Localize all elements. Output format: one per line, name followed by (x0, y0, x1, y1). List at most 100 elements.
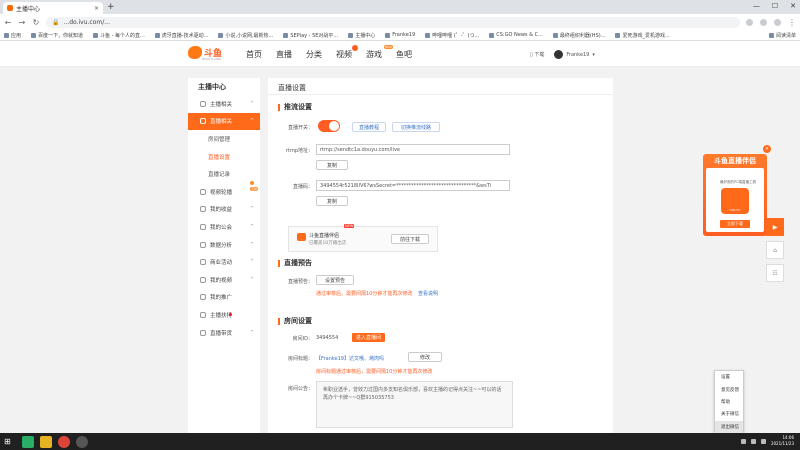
sidebar-item-video-carousel[interactable]: 视频轮播 活动 (188, 180, 260, 201)
bookmark-item[interactable]: 小说,小说网,最新热... (218, 32, 273, 39)
room-notice-text[interactable]: 希职业选手，曾效力过国内多支知名俱乐部，喜欢主播的记得点关注~~可以的话再办个卡… (316, 381, 513, 428)
menu-icon[interactable]: ⋮ (788, 18, 796, 27)
url-input[interactable]: 🔒 ...do.ivu.com/... (46, 16, 740, 28)
extension-icon[interactable] (760, 18, 767, 26)
chevron-up-icon: ^ (249, 241, 254, 248)
clock[interactable]: 14:06 2021/11/23 (771, 435, 794, 447)
sidebar-item-commerce[interactable]: 直播带货 ^ (188, 324, 260, 342)
network-icon[interactable] (740, 438, 746, 444)
bookmark-item[interactable]: 斗鱼 - 每个人的直... (93, 32, 145, 39)
sidebar-item-my-videos[interactable]: 我的视频 ^ (188, 271, 260, 289)
preview-help-link[interactable]: 查看说明 (418, 291, 438, 297)
douyu-logo[interactable]: 斗鱼 DOUYU.COM (188, 46, 222, 61)
sidebar-item-guild[interactable]: 我的公会 ^ (188, 218, 260, 236)
sidebar-item-analytics[interactable]: 数据分析 ^ (188, 236, 260, 254)
sidebar-item-promotion[interactable]: 我的推广 (188, 289, 260, 307)
star-icon[interactable] (746, 18, 753, 26)
bookmark-item[interactable]: 虎牙直播-技术驱动... (154, 32, 208, 39)
briefcase-icon (200, 259, 206, 266)
close-icon[interactable]: × (763, 145, 771, 153)
bookmark-item[interactable]: 爱死游戏_爱机游戏... (615, 32, 670, 39)
tutorial-button[interactable]: 直播教程 (352, 122, 386, 132)
bookmarks-bar: 应用 百度一下，你就知道 斗鱼 - 每个人的直... 虎牙直播-技术驱动... … (0, 30, 800, 41)
room-id-label: 房间ID： (292, 336, 313, 342)
menu-item-exit[interactable]: 退出微信 (715, 420, 743, 433)
tab-close-icon[interactable]: × (94, 5, 99, 12)
bookmark-icon (552, 32, 558, 38)
bookmark-item[interactable]: Franke19 (385, 32, 415, 38)
folder-icon[interactable] (40, 435, 52, 448)
rtmp-address-field[interactable]: rtmp://sendtc1a.douyu.com/live (316, 144, 510, 155)
sidebar-sub-live-records[interactable]: 直播记录 (188, 165, 260, 183)
new-tab-button[interactable]: + (107, 2, 115, 12)
bookmark-icon (348, 32, 354, 38)
bookmark-item[interactable]: 应用 (4, 32, 21, 39)
nav-video[interactable]: 视频 (336, 45, 358, 60)
download-link[interactable]: ▯ 下载 (530, 51, 544, 58)
menu-item-feedback[interactable]: 意见反馈 (715, 383, 743, 395)
nav-live[interactable]: 直播 (276, 49, 292, 60)
bookmark-item[interactable]: 百度一下，你就知道 (31, 32, 83, 39)
section-push: 推流设置 (278, 104, 312, 111)
close-window-button[interactable]: ✕ (790, 2, 796, 10)
sidebar-item-anchor[interactable]: 主播相关 ^ (188, 95, 260, 113)
live-switch-toggle[interactable] (318, 120, 340, 132)
nav-category[interactable]: 分类 (306, 49, 322, 60)
bookmark-item[interactable]: 最终组织利器(HS)... (552, 32, 605, 39)
bookmark-item[interactable]: 哔哩哔哩 (゜-゜)つ... (425, 32, 479, 39)
play-icon[interactable]: ▶ (766, 218, 784, 236)
copy-rtmp-button[interactable]: 复制 (316, 160, 348, 170)
reading-list[interactable]: 阅读清单 (768, 32, 796, 39)
bookmark-item[interactable]: SEPlay - 5E对战平... (283, 32, 338, 39)
back-icon[interactable]: ← (4, 18, 12, 27)
sidebar-sub-live-settings[interactable]: 直播设置 (188, 148, 260, 166)
logo-sub: DOUYU.COM (202, 57, 221, 61)
sidebar-sub-room-manage[interactable]: 房间管理 (188, 130, 260, 148)
divider (268, 94, 613, 95)
avatar (554, 50, 564, 59)
volume-icon[interactable] (750, 438, 756, 444)
maximize-button[interactable]: ☐ (772, 2, 778, 10)
sidebar-item-support[interactable]: 主播扶持 (188, 306, 260, 324)
forward-icon[interactable]: → (18, 18, 26, 27)
browser-tab[interactable]: 主播中心 × (3, 2, 103, 14)
stream-code-label: 直播码： (292, 184, 313, 190)
copy-code-button[interactable]: 复制 (316, 196, 348, 206)
companion-float-ad[interactable]: 斗鱼直播伴侣 最好用的PC端直播工具 DOUYU 立即下载 (703, 154, 767, 236)
nav-fishbar[interactable]: 鱼吧 (396, 49, 412, 60)
stream-code-field[interactable]: 3494554r5218IIV6?wsSecret=**************… (316, 180, 510, 191)
user-menu[interactable]: Franke19 ▾ (554, 50, 595, 59)
list-icon[interactable]: ☷ (766, 264, 784, 282)
reload-icon[interactable]: ↻ (32, 18, 40, 27)
sidebar-item-income[interactable]: 我的收益 ^ (188, 201, 260, 219)
wechat-icon[interactable] (22, 435, 34, 448)
menu-item-settings[interactable]: 设置 (715, 371, 743, 383)
site-header: 斗鱼 DOUYU.COM 首页 直播 分类 视频 游戏 NEW 鱼吧 ▯ 下载 F… (0, 41, 800, 67)
mic-icon (200, 100, 206, 107)
switch-route-button[interactable]: 切换推流线路 (392, 122, 440, 132)
nav-game[interactable]: 游戏 NEW (366, 45, 393, 60)
sidebar-item-live[interactable]: 直播相关 ^ (188, 112, 260, 131)
guild-icon (200, 223, 206, 230)
float-ad-title: 斗鱼直播伴侣 (714, 157, 756, 165)
wechat-tray-icon[interactable] (760, 438, 766, 444)
home-icon[interactable]: ⌂ (766, 241, 784, 259)
menu-item-help[interactable]: 帮助 (715, 396, 743, 408)
enter-room-button[interactable]: 进入直播间 (352, 333, 386, 342)
windows-start-icon[interactable]: ⊞ (4, 437, 16, 446)
minimize-button[interactable]: — (753, 2, 760, 10)
steam-icon[interactable] (76, 435, 88, 448)
chrome-icon[interactable] (58, 435, 70, 448)
preview-note: 通过审核后，需要间隔10分钟才能再次修改 查看说明 (316, 291, 438, 297)
nav-home[interactable]: 首页 (246, 49, 262, 60)
download-companion-button[interactable]: 前往下载 (391, 234, 429, 244)
bookmark-item[interactable]: CS:GO News & C... (489, 32, 543, 38)
menu-item-about[interactable]: 关于微信 (715, 408, 743, 420)
float-download-button[interactable]: 立即下载 (720, 220, 750, 228)
bookmark-item[interactable]: 主播中心 (348, 32, 375, 39)
sidebar-item-business[interactable]: 商业活动 ^ (188, 253, 260, 271)
set-preview-button[interactable]: 设置预告 (316, 275, 354, 285)
edit-title-button[interactable]: 修改 (408, 352, 442, 362)
profile-icon[interactable] (774, 18, 781, 26)
promo-new-badge: NEW (344, 224, 355, 228)
